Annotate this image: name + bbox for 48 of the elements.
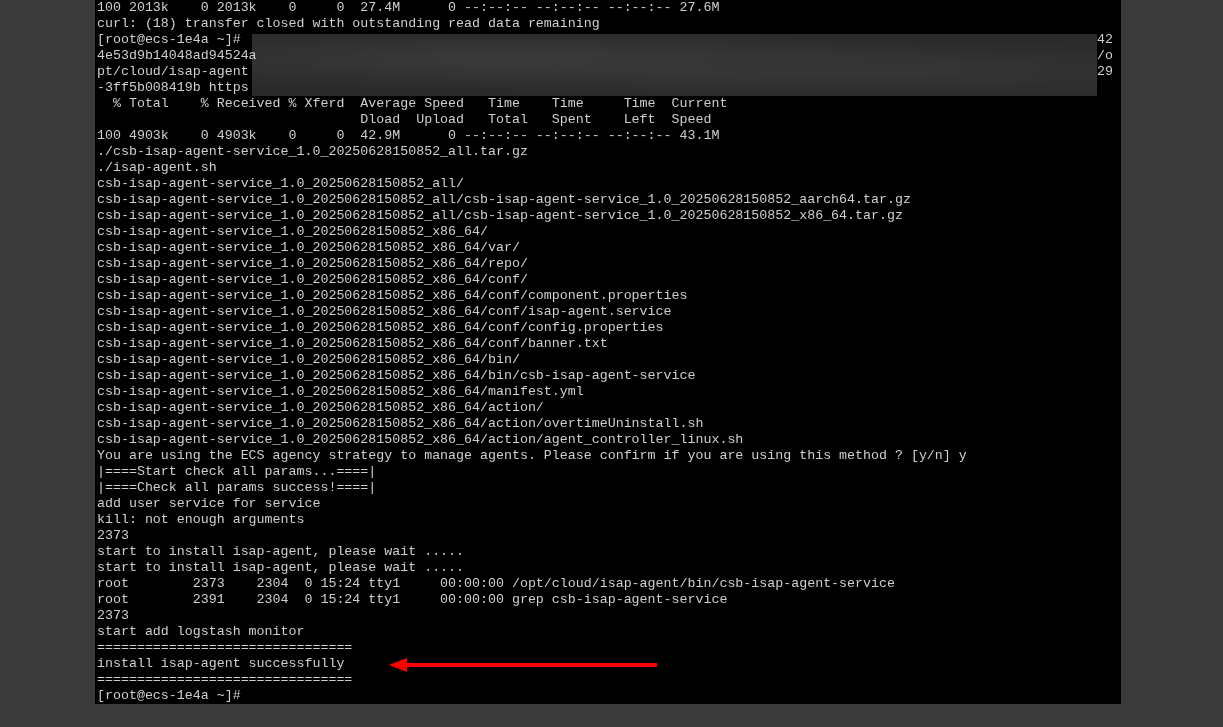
terminal-line: csb-isap-agent-service_1.0_20250628150852_all/csb-isap-agent-service_1.0_20250628150852_aarch64.tar.gz (97, 192, 911, 208)
terminal-line: 2373 (97, 608, 129, 624)
terminal-line: -3ff5b008419b https (97, 80, 249, 96)
terminal-line: start to install isap-agent, please wait ..... (97, 560, 465, 576)
terminal-line: pt/cloud/isap-agent (97, 64, 249, 80)
terminal-line: install isap-agent successfully (97, 656, 345, 672)
terminal-line: csb-isap-agent-service_1.0_20250628150852_x86_64/conf/component.properties (97, 288, 688, 304)
terminal-line: csb-isap-agent-service_1.0_20250628150852_x86_64/manifest.yml (97, 384, 584, 400)
terminal-line: start add logstash monitor (97, 624, 305, 640)
terminal-line: csb-isap-agent-service_1.0_20250628150852_x86_64/bin/csb-isap-agent-service (97, 368, 696, 384)
terminal-line: 29 (1097, 64, 1113, 80)
terminal-line: |====Check all params success!====| (97, 480, 377, 496)
terminal-line: [root@ecs-1e4a ~]# (97, 688, 241, 704)
terminal-line: 2373 (97, 528, 129, 544)
terminal-line: 100 2013k 0 2013k 0 0 27.4M 0 --:--:-- --:--:-- --:--:-- 27.6M (97, 0, 720, 16)
arrow-icon (389, 655, 659, 675)
terminal-line: ================================ (97, 640, 353, 656)
terminal-line: Dload Upload Total Spent Left Speed (359, 112, 712, 128)
terminal-line: You are using the ECS agency strategy to manage agents. Please confirm if you are using this method ? [y/n] y (97, 448, 967, 464)
terminal-line: root 2373 2304 0 15:24 tty1 00:00:00 /opt/cloud/isap-agent/bin/csb-isap-agent-service (97, 576, 895, 592)
terminal-line: /o (1097, 48, 1113, 64)
terminal-line: csb-isap-agent-service_1.0_20250628150852_x86_64/var/ (97, 240, 520, 256)
terminal-line: 42 (1097, 32, 1113, 48)
terminal-line: csb-isap-agent-service_1.0_20250628150852_x86_64/conf/banner.txt (97, 336, 608, 352)
terminal-line: % Total % Received % Xferd Average Speed Time Time Time Current (111, 96, 728, 112)
terminal-line: add user service for service (97, 496, 321, 512)
terminal-line: kill: not enough arguments (97, 512, 305, 528)
terminal-line: ./isap-agent.sh (97, 160, 217, 176)
terminal-line: csb-isap-agent-service_1.0_20250628150852_x86_64/action/overtimeUninstall.sh (97, 416, 704, 432)
terminal-line: root 2391 2304 0 15:24 tty1 00:00:00 grep csb-isap-agent-service (97, 592, 728, 608)
terminal-line: 4e53d9b14048ad94524a (97, 48, 257, 64)
terminal-line: csb-isap-agent-service_1.0_20250628150852_x86_64/repo/ (97, 256, 528, 272)
terminal-line: csb-isap-agent-service_1.0_20250628150852_all/ (97, 176, 465, 192)
terminal-line: ================================ (97, 672, 353, 688)
terminal-line: 100 4903k 0 4903k 0 0 42.9M 0 --:--:-- --:--:-- --:--:-- 43.1M (97, 128, 720, 144)
terminal-line: curl: (18) transfer closed with outstanding read data remaining (97, 16, 600, 32)
terminal-line: csb-isap-agent-service_1.0_20250628150852_x86_64/conf/ (97, 272, 528, 288)
terminal-line: csb-isap-agent-service_1.0_20250628150852_x86_64/conf/config.properties (97, 320, 664, 336)
terminal-line: [root@ecs-1e4a ~]# (97, 32, 242, 48)
terminal-line: csb-isap-agent-service_1.0_20250628150852_all/csb-isap-agent-service_1.0_20250628150852_x86_64.tar.gz (97, 208, 903, 224)
terminal-line: ./csb-isap-agent-service_1.0_20250628150852_all.tar.gz (97, 144, 528, 160)
terminal-line: csb-isap-agent-service_1.0_20250628150852_x86_64/conf/isap-agent.service (97, 304, 672, 320)
terminal-line: csb-isap-agent-service_1.0_20250628150852_x86_64/action/ (97, 400, 544, 416)
terminal-line: start to install isap-agent, please wait ..... (97, 544, 465, 560)
terminal-line: csb-isap-agent-service_1.0_20250628150852_x86_64/ (97, 224, 488, 240)
terminal-line: |====Start check all params...====| (97, 464, 377, 480)
terminal-line: csb-isap-agent-service_1.0_20250628150852_x86_64/bin/ (97, 352, 520, 368)
terminal-line: csb-isap-agent-service_1.0_20250628150852_x86_64/action/agent_controller_linux.sh (97, 432, 744, 448)
